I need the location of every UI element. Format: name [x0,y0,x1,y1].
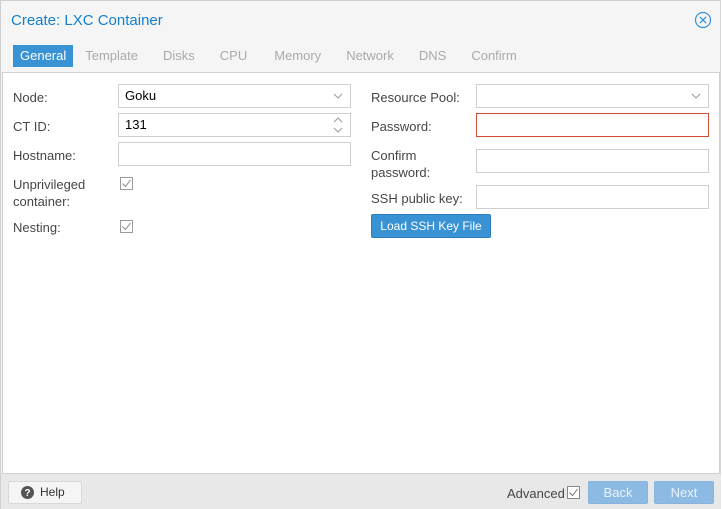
node-select[interactable]: Goku [118,84,351,108]
question-circle-icon: ? [21,486,34,499]
checkmark-icon [569,488,578,497]
dialog-title: Create: LXC Container [11,12,163,29]
confirm-password-label-line1: Confirm [371,148,417,163]
chevron-down-icon[interactable] [332,85,344,107]
wizard-tabs: General Template Disks CPU Memory Networ… [13,45,529,67]
tab-network[interactable]: Network [339,45,401,67]
nesting-checkbox[interactable] [120,220,133,233]
password-label: Password: [371,119,432,134]
ctid-input[interactable]: 131 [118,113,351,137]
nesting-label: Nesting: [13,220,61,235]
unprivileged-label-line1: Unprivileged [13,177,86,192]
create-lxc-dialog: Create: LXC Container General Template D… [0,0,721,509]
resource-pool-select[interactable] [476,84,709,108]
advanced-label: Advanced [507,486,565,501]
back-button[interactable]: Back [588,481,648,504]
hostname-input[interactable] [118,142,351,166]
hostname-label: Hostname: [13,148,76,163]
confirm-password-label: Confirm password: [371,147,430,181]
tab-template[interactable]: Template [78,45,145,67]
dialog-footer: ? Help Advanced Back Next [1,474,721,509]
node-value: Goku [125,88,157,103]
help-button[interactable]: ? Help [8,481,82,504]
ssh-key-input[interactable] [476,185,709,209]
checkmark-icon [122,179,131,188]
confirm-password-label-line2: password: [371,165,431,180]
general-panel: Node: Goku CT ID: 131 Hostname: Unprivil… [2,72,720,474]
tab-general[interactable]: General [13,45,74,67]
close-button[interactable] [694,11,712,29]
ctid-label: CT ID: [13,119,51,134]
password-input[interactable] [476,113,709,137]
tab-dns[interactable]: DNS [412,45,453,67]
chevron-down-icon[interactable] [690,85,702,107]
spinner-icon[interactable] [332,114,344,136]
ssh-key-label: SSH public key: [371,191,463,206]
tab-cpu[interactable]: CPU [213,45,254,67]
next-button[interactable]: Next [654,481,714,504]
node-label: Node: [13,90,48,105]
close-circle-icon [694,11,712,29]
help-label: Help [40,485,65,499]
load-ssh-key-button[interactable]: Load SSH Key File [371,214,491,238]
advanced-checkbox[interactable] [567,486,580,499]
svg-text:?: ? [24,488,30,499]
ctid-value: 131 [125,117,147,132]
tab-confirm[interactable]: Confirm [464,45,524,67]
checkmark-icon [122,222,131,231]
unprivileged-checkbox[interactable] [120,177,133,190]
confirm-password-input[interactable] [476,149,709,173]
unprivileged-label-line2: container: [13,194,71,209]
tab-disks[interactable]: Disks [156,45,202,67]
resource-pool-label: Resource Pool: [371,90,460,105]
tab-memory[interactable]: Memory [267,45,328,67]
unprivileged-label: Unprivileged container: [13,176,85,210]
